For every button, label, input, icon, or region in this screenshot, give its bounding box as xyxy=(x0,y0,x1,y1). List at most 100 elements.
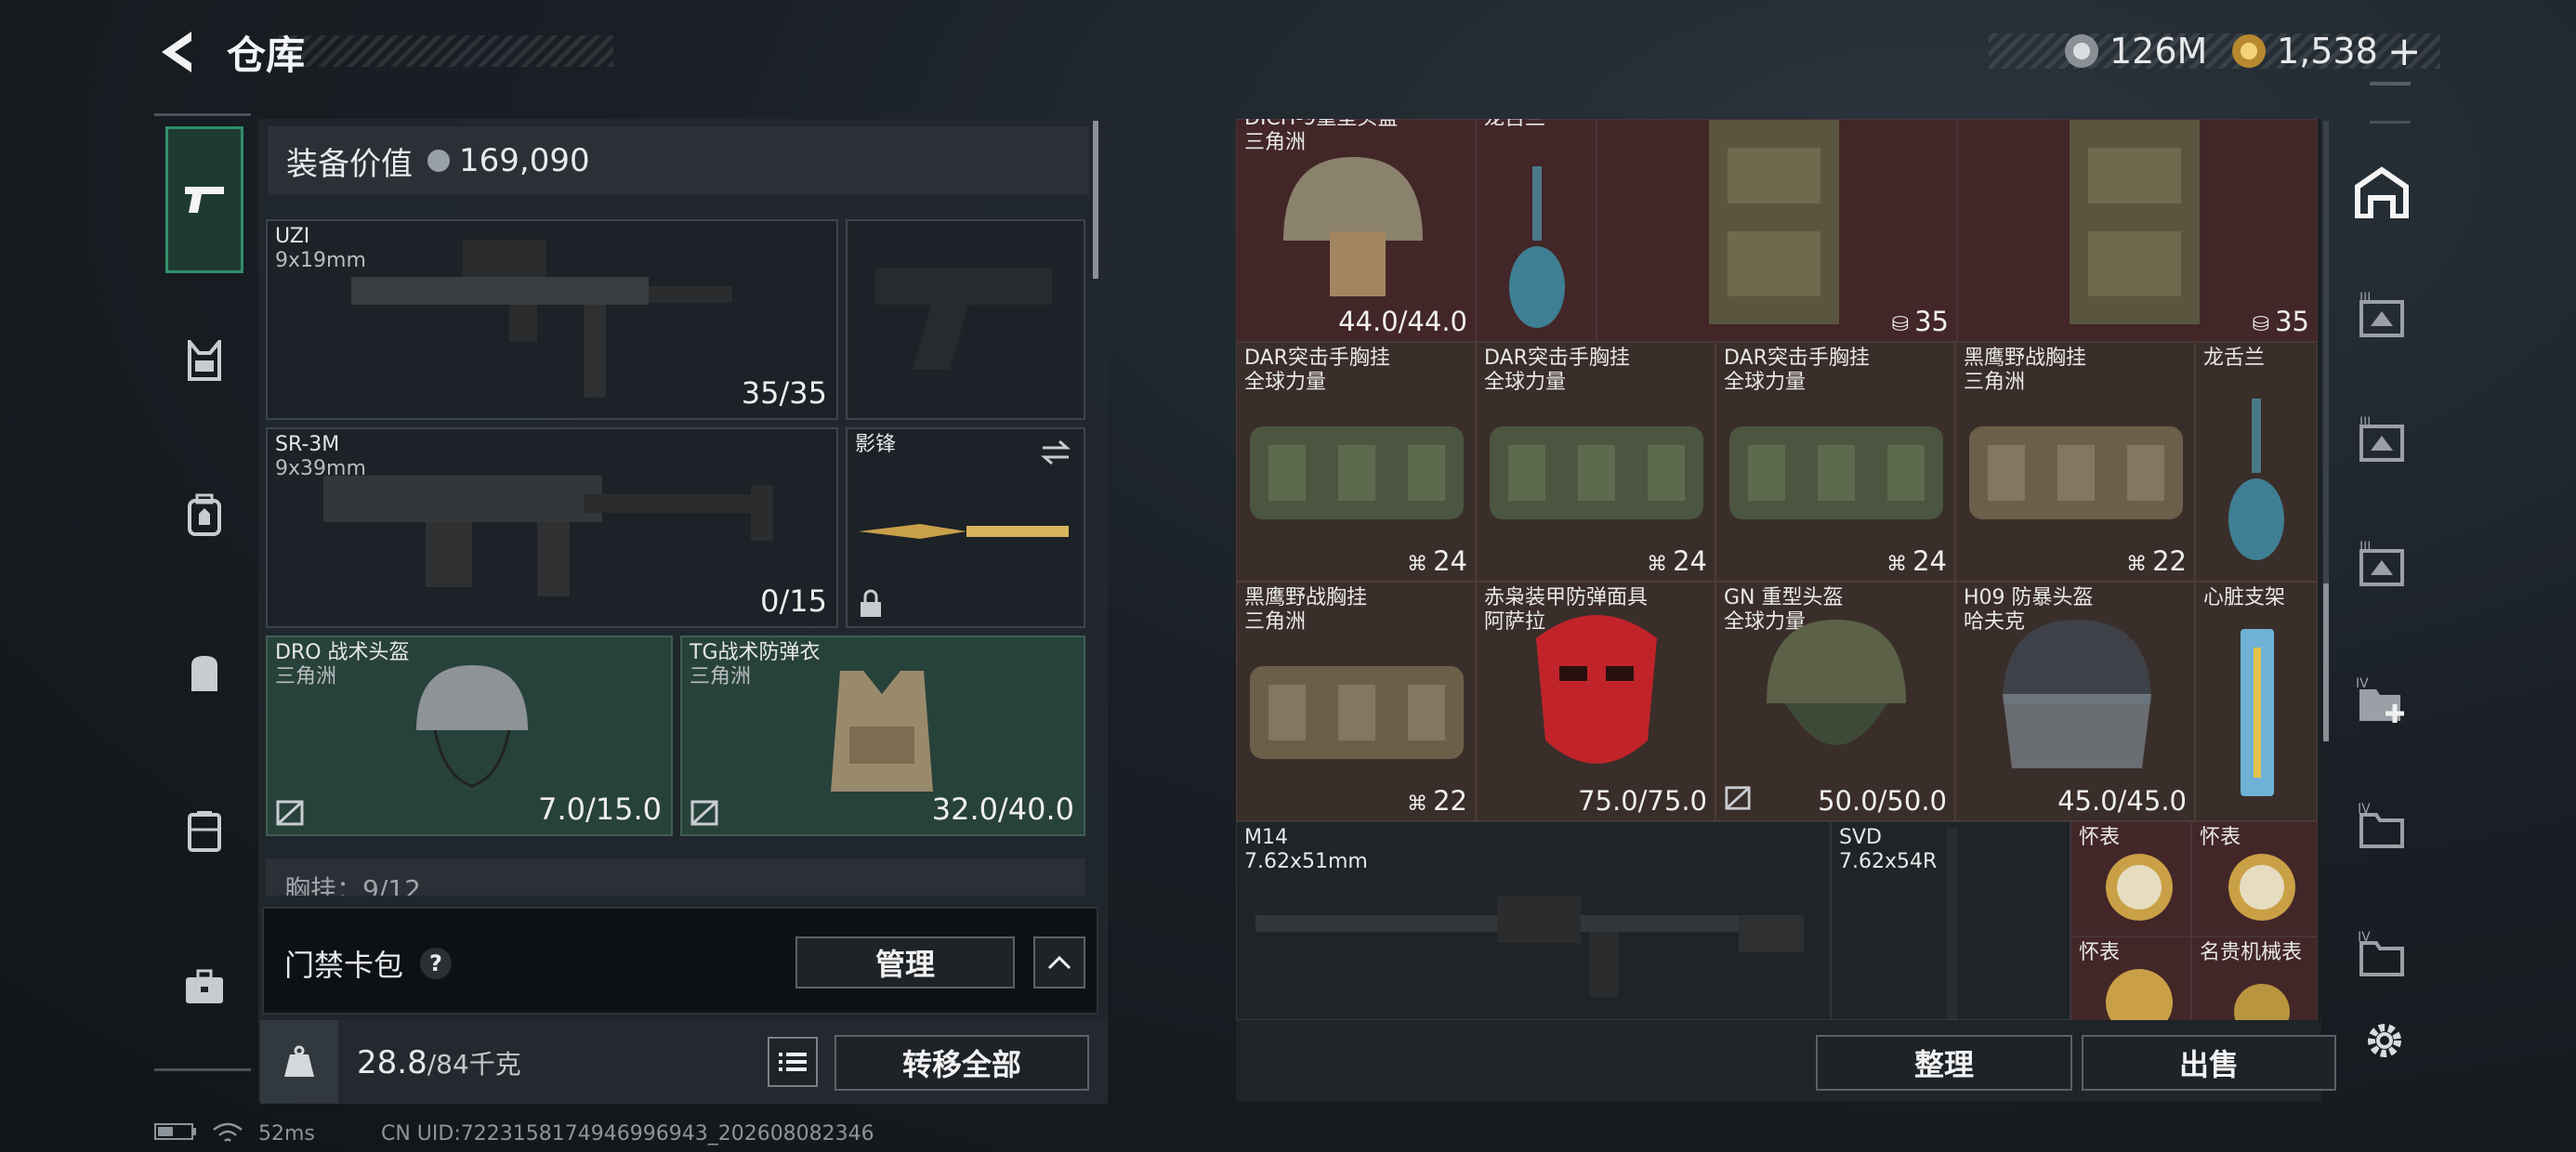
gear-icon xyxy=(2368,1024,2401,1057)
stash-item-chest-rig-2[interactable]: DAR突击手胸挂 全球力量 ⌘ 24 xyxy=(1476,342,1715,582)
chest-rig-image xyxy=(1969,426,2183,519)
armor-brand: 三角洲 xyxy=(690,665,752,688)
stash-page-icon: III xyxy=(2359,540,2404,586)
secondary-weapon-slot[interactable]: SR-3M 9x39mm 0/15 xyxy=(266,427,838,628)
swap-icon[interactable] xyxy=(1039,439,1072,466)
item-brand: 全球力量 xyxy=(1724,371,1807,394)
rail-tab-case[interactable] xyxy=(165,792,243,870)
stash-tab-3a[interactable]: III xyxy=(2347,281,2416,349)
keycard-pack-label: 门禁卡包 xyxy=(284,948,404,983)
chest-rig-image xyxy=(1250,666,1464,759)
stash-item-tequila[interactable]: 龙舌兰 xyxy=(1476,119,1597,342)
stash-tab-main[interactable] xyxy=(2347,158,2416,227)
container-icon xyxy=(188,811,221,852)
manage-button[interactable]: 管理 xyxy=(795,936,1015,988)
item-name: GN 重型头盔 xyxy=(1724,586,1844,609)
wifi-icon xyxy=(212,1122,243,1150)
stash-page-icon: III xyxy=(2359,415,2404,462)
stash-item-backpack-1[interactable]: ⛁ 35 xyxy=(1597,119,1957,342)
tequila-bottle-image xyxy=(2228,399,2284,560)
item-brand: 三角洲 xyxy=(1244,610,1307,634)
stash-item-m14[interactable]: M14 7.62x51mm xyxy=(1236,821,1831,1020)
help-icon[interactable]: ? xyxy=(420,948,453,979)
gold-currency[interactable]: 1,538 + xyxy=(2232,28,2422,75)
stash-item-pocket-watch-1[interactable]: 怀表 xyxy=(2070,821,2191,936)
item-durability: 75.0/75.0 xyxy=(1578,785,1707,817)
item-durability: 50.0/50.0 xyxy=(1818,785,1947,817)
item-capacity: 24 xyxy=(1673,545,1707,577)
item-name: 龙舌兰 xyxy=(2203,347,2266,370)
stash-tab-3b[interactable]: III xyxy=(2347,405,2416,474)
stash-item-backpack-2[interactable]: ⛁ 35 xyxy=(1957,119,2318,342)
svg-text:IV: IV xyxy=(2356,676,2369,691)
transfer-all-button[interactable]: 转移全部 xyxy=(835,1035,1089,1091)
sort-button[interactable]: 整理 xyxy=(1816,1035,2072,1091)
stash-item-tequila-2[interactable]: 龙舌兰 xyxy=(2195,342,2318,582)
briefcase-icon xyxy=(186,969,223,1003)
rail-tab-safebox[interactable] xyxy=(165,948,243,1026)
stash-item-pocket-watch-3[interactable]: 怀表 xyxy=(2070,936,2191,1020)
stash-item-chest-rig-5[interactable]: 黑鹰野战胸挂 三角洲 ⌘ 22 xyxy=(1236,582,1476,821)
list-view-button[interactable] xyxy=(768,1037,818,1087)
backpack-image xyxy=(1709,120,1839,324)
stash-item-mask[interactable]: 赤枭装甲防弹面具 阿萨拉 75.0/75.0 xyxy=(1476,582,1715,821)
item-capacity: 22 xyxy=(1433,785,1467,817)
stash-item-svd[interactable]: SVD 7.62x54R xyxy=(1831,821,2070,1020)
collapse-button[interactable] xyxy=(1033,936,1085,988)
no-repair-icon xyxy=(690,800,718,826)
melee-slot[interactable]: 影锋 xyxy=(846,427,1085,628)
helmet-slot[interactable]: DRO 战术头盔 三角洲 7.0/15.0 xyxy=(266,635,673,836)
stash-item-pocket-watch-2[interactable]: 怀表 xyxy=(2191,821,2318,936)
stash-item-luxury-watch[interactable]: 名贵机械表 xyxy=(2191,936,2318,1020)
loadout-scrollbar[interactable] xyxy=(1093,121,1098,279)
rail-tab-chest-rig[interactable] xyxy=(165,321,243,399)
rail-tab-weapons[interactable] xyxy=(165,126,243,273)
item-capacity: 24 xyxy=(1912,545,1947,577)
silver-coin-icon xyxy=(2065,34,2098,68)
stash-item-heavy-helmet[interactable]: GN 重型头盔 全球力量 50.0/50.0 xyxy=(1715,582,1955,821)
secondary-pistol-slot[interactable] xyxy=(846,219,1085,420)
pocket-watch-image xyxy=(2228,854,2295,921)
warehouse-icon xyxy=(2355,166,2409,218)
item-brand: 全球力量 xyxy=(1244,371,1327,394)
stash-scrollbar-thumb[interactable] xyxy=(2323,583,2329,741)
equipment-value-header: 装备价值 169,090 xyxy=(268,126,1089,195)
item-name: 心脏支架 xyxy=(2203,586,2286,609)
item-name: H09 防暴头盔 xyxy=(1964,586,2094,609)
item-name: DAR突击手胸挂 xyxy=(1484,347,1630,370)
stash-tab-4b[interactable]: IV xyxy=(2347,920,2416,988)
stash-item-chest-rig-3[interactable]: DAR突击手胸挂 全球力量 ⌘ 24 xyxy=(1715,342,1955,582)
stash-tab-add[interactable]: IV xyxy=(2347,667,2416,736)
rail-divider xyxy=(2370,121,2411,124)
stash-item-chest-rig-4[interactable]: 黑鹰野战胸挂 三角洲 ⌘ 22 xyxy=(1955,342,2195,582)
back-arrow-icon[interactable] xyxy=(154,28,203,76)
armor-slot[interactable]: TG战术防弹衣 三角洲 32.0/40.0 xyxy=(680,635,1085,836)
stash-item-chest-rig-1[interactable]: DAR突击手胸挂 全球力量 ⌘ 24 xyxy=(1236,342,1476,582)
stash-grid: DICH-9重型头盔三角洲 44.0/44.0 龙舌兰 ⛁35 ⛁35 DAR突… xyxy=(1236,119,2321,1020)
capacity-badge: ⛁ 35 xyxy=(1891,306,1949,337)
battery-icon xyxy=(154,1122,197,1146)
primary-weapon-slot[interactable]: UZI 9x19mm 35/35 xyxy=(266,219,838,420)
melee-name: 影锋 xyxy=(855,433,897,456)
rail-tab-backpack[interactable] xyxy=(165,476,243,554)
stash-item-helmet[interactable]: DICH-9重型头盔三角洲 44.0/44.0 xyxy=(1236,119,1476,342)
item-brand: 7.62x51mm xyxy=(1244,850,1368,873)
add-currency-button[interactable]: + xyxy=(2387,28,2422,75)
stash-page-icon: III xyxy=(2359,291,2404,337)
sr3m-image xyxy=(323,476,773,596)
stash-tab-3c[interactable]: III xyxy=(2347,530,2416,598)
stash-tab-4a[interactable]: IV xyxy=(2347,792,2416,860)
sell-button[interactable]: 出售 xyxy=(2082,1035,2336,1091)
stash-item-riot-helmet[interactable]: H09 防暴头盔 哈夫克 45.0/45.0 xyxy=(1955,582,2195,821)
settings-button[interactable] xyxy=(2362,1018,2407,1063)
rail-tab-pouch[interactable] xyxy=(165,634,243,712)
knife-image xyxy=(859,524,1069,539)
chevron-up-icon xyxy=(1047,955,1071,970)
gold-coin-icon xyxy=(2232,34,2266,68)
stash-item-heart-stent[interactable]: 心脏支架 xyxy=(2195,582,2318,821)
capacity-badge: ⌘ 24 xyxy=(1886,545,1947,577)
folder-icon: IV xyxy=(2358,802,2404,848)
chest-rig-capacity: 胸挂：9/12 xyxy=(284,874,421,896)
helmet-name: DRO 战术头盔 xyxy=(275,641,410,664)
chest-rig-icon xyxy=(188,340,221,381)
